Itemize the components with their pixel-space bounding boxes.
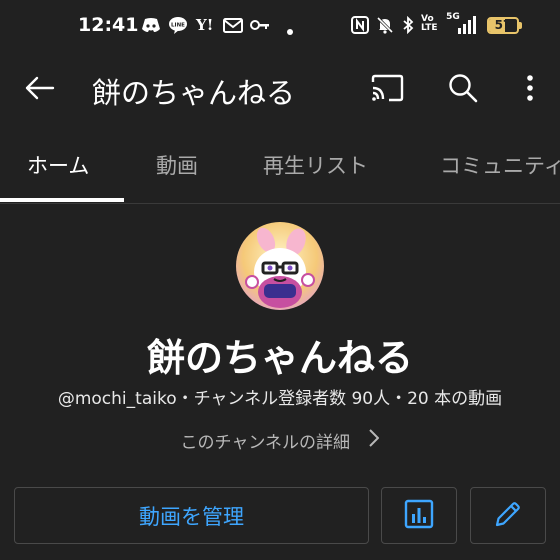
tab-community[interactable]: コミュニティ <box>440 150 560 180</box>
channel-name: 餅のちゃんねる <box>146 336 413 380</box>
youtube-channel-screen: 12:41 LINE Y! Vo LTE 5G 57 餅のちゃんねる ホーム 動… <box>0 0 560 560</box>
key-icon <box>250 15 270 35</box>
tab-active-indicator <box>0 198 124 202</box>
chevron-right-icon <box>369 429 380 452</box>
tab-videos[interactable]: 動画 <box>156 150 198 180</box>
more-options-button[interactable] <box>506 66 554 114</box>
edit-channel-button[interactable] <box>470 487 546 544</box>
mail-icon <box>223 15 243 35</box>
bluetooth-icon <box>401 15 415 35</box>
battery-level: 57 <box>494 18 512 32</box>
channel-avatar[interactable] <box>236 222 324 310</box>
manage-videos-button[interactable]: 動画を管理 <box>14 487 369 544</box>
volte-icon: Vo LTE <box>421 14 438 33</box>
search-icon <box>448 73 478 107</box>
cast-icon <box>370 74 404 106</box>
status-time: 12:41 <box>78 14 139 36</box>
discord-icon <box>141 15 161 35</box>
notification-dot <box>287 22 293 42</box>
nfc-icon <box>351 15 369 35</box>
manage-videos-label: 動画を管理 <box>139 504 244 529</box>
svg-text:LINE: LINE <box>171 23 185 29</box>
analytics-button[interactable] <box>381 487 457 544</box>
line-icon: LINE <box>168 15 188 35</box>
channel-details-label: このチャンネルの詳細 <box>180 433 351 453</box>
pencil-icon <box>493 499 523 533</box>
app-bar-title: 餅のちゃんねる <box>92 76 296 110</box>
app-bar: 餅のちゃんねる <box>0 52 560 128</box>
search-button[interactable] <box>439 66 487 114</box>
5g-signal-icon <box>455 15 477 35</box>
cast-button[interactable] <box>363 66 411 114</box>
battery-icon: 57 <box>487 17 519 34</box>
channel-details-link[interactable]: このチャンネルの詳細 <box>0 428 560 453</box>
battery-tip <box>519 22 522 29</box>
channel-meta: @mochi_taiko・チャンネル登録者数 90人・20 本の動画 <box>57 389 503 409</box>
bell-off-icon <box>376 15 394 35</box>
back-arrow-icon <box>25 76 55 104</box>
tab-playlists[interactable]: 再生リスト <box>263 150 368 180</box>
more-vert-icon <box>526 74 534 106</box>
tab-home[interactable]: ホーム <box>27 150 89 180</box>
analytics-icon <box>404 499 434 533</box>
channel-tabs: ホーム 動画 再生リスト コミュニティ <box>0 128 560 204</box>
avatar-illustration <box>236 222 324 310</box>
status-bar: 12:41 LINE Y! Vo LTE 5G 57 <box>0 0 560 52</box>
yahoo-icon: Y! <box>196 16 214 34</box>
back-button[interactable] <box>16 66 64 114</box>
